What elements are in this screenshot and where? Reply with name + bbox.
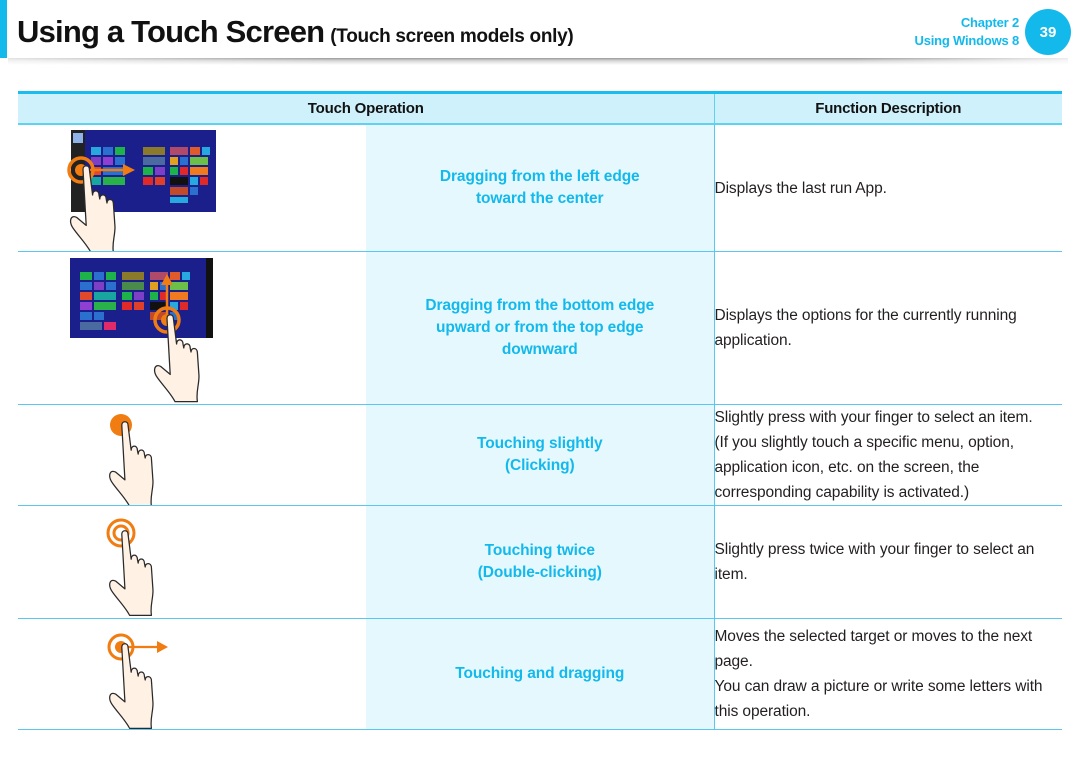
operation-name-line: Touching slightly xyxy=(477,435,603,452)
table-row: Dragging from the left edge toward the c… xyxy=(18,124,1062,252)
operation-name-line: downward xyxy=(501,341,578,358)
function-description: Slightly press with your finger to selec… xyxy=(714,404,1062,506)
page-number-badge: 39 xyxy=(1025,9,1071,55)
operation-name: Touching slightly (Clicking) xyxy=(366,404,715,506)
function-description: Slightly press twice with your finger to… xyxy=(714,505,1062,619)
operation-name: Touching twice (Double-clicking) xyxy=(366,505,715,619)
illustration-cell xyxy=(18,124,366,252)
touch-and-drag-icon xyxy=(107,633,168,729)
operation-name-line: Dragging from the bottom edge xyxy=(425,297,655,314)
illustration-cell xyxy=(18,404,366,506)
table-row: Touching and dragging Moves the selected… xyxy=(18,618,1062,730)
drag-from-left-edge-icon xyxy=(67,130,216,251)
operation-name-line: upward or from the top edge xyxy=(436,319,644,336)
operation-name-line: (Double-clicking) xyxy=(477,564,602,581)
operation-name-line: Dragging from the left edge xyxy=(439,168,640,185)
description-text: Displays the options for the currently r… xyxy=(714,307,1017,349)
illustration-cell xyxy=(18,505,366,619)
operation-name-line: (Clicking) xyxy=(504,457,575,474)
illustration-cell xyxy=(18,618,366,730)
operation-name: Dragging from the bottom edge upward or … xyxy=(366,251,715,405)
function-description: Displays the options for the currently r… xyxy=(714,251,1062,405)
function-description: Displays the last run App. xyxy=(714,124,1062,252)
column-header-touch-operation: Touch Operation xyxy=(18,91,715,125)
column-header-function-description: Function Description xyxy=(714,91,1062,125)
operation-name-line: toward the center xyxy=(476,190,604,207)
chapter-name: Using Windows 8 xyxy=(914,33,1020,48)
operation-name: Dragging from the left edge toward the c… xyxy=(366,124,715,252)
illustration-cell xyxy=(18,251,366,405)
chapter-info: Chapter 2 Using Windows 8 xyxy=(915,14,1020,50)
touch-operations-table: Touch Operation Function Description Dra… xyxy=(18,91,1062,730)
table-row: Dragging from the bottom edge upward or … xyxy=(18,251,1062,405)
tap-icon xyxy=(109,414,154,505)
description-text: Slightly press with your finger to selec… xyxy=(714,409,1033,426)
header-accent-bar xyxy=(0,0,7,58)
drag-from-bottom-edge-icon xyxy=(70,258,213,403)
chapter-label: Chapter 2 xyxy=(960,15,1019,30)
function-description: Moves the selected target or moves to th… xyxy=(714,618,1062,730)
operation-name-line: Touching twice xyxy=(484,542,595,559)
description-text: (If you slightly touch a specific menu, … xyxy=(714,434,1015,501)
page-title-main: Using a Touch Screen xyxy=(17,14,325,49)
description-text: Moves the selected target or moves to th… xyxy=(714,628,1033,670)
table-row: Touching twice (Double-clicking) Slightl… xyxy=(18,505,1062,619)
table-row: Touching slightly (Clicking) Slightly pr… xyxy=(18,404,1062,506)
operation-name-line: Touching and dragging xyxy=(455,665,625,682)
page-title-sub: (Touch screen models only) xyxy=(330,26,574,47)
description-text: Slightly press twice with your finger to… xyxy=(714,541,1035,583)
header-divider xyxy=(8,58,1068,65)
page-title: Using a Touch Screen (Touch screen models… xyxy=(17,14,574,50)
double-tap-icon xyxy=(106,518,154,616)
description-text: Displays the last run App. xyxy=(714,179,887,197)
operation-name: Touching and dragging xyxy=(366,618,715,730)
description-text: You can draw a picture or write some let… xyxy=(714,678,1043,720)
